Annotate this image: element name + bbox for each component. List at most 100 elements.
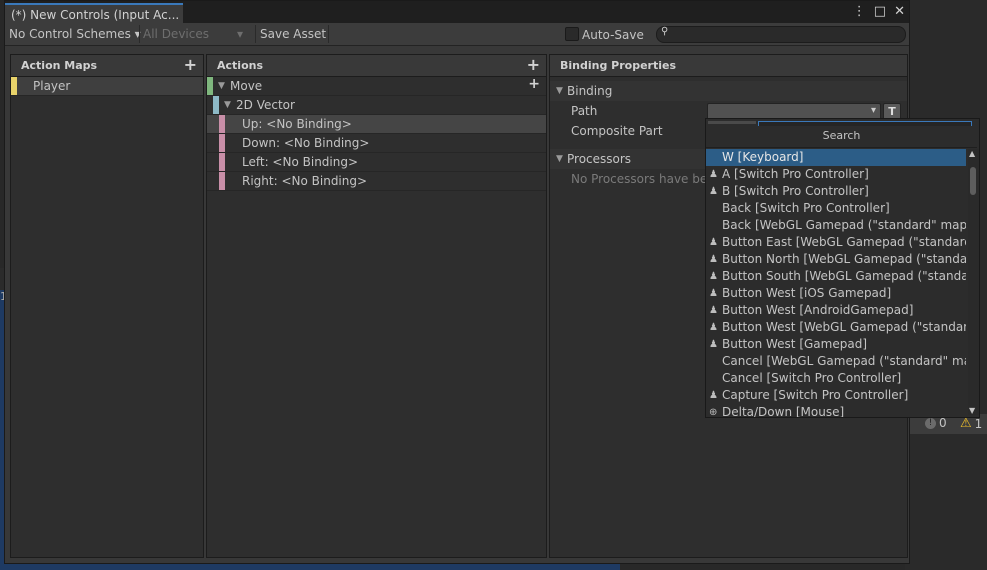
composite-label: 2D Vector: [236, 98, 295, 112]
action-item-move[interactable]: ▼ Move +: [207, 75, 546, 96]
composite-item-2d-vector[interactable]: ▼ 2D Vector: [207, 96, 546, 115]
scrollbar-thumb[interactable]: [970, 167, 976, 195]
processors-section-label: Processors: [567, 152, 632, 166]
window-toolbar: No Control Schemes ▾ All Devices ▾ Save …: [5, 23, 909, 46]
picker-scrollbar[interactable]: ▲ ▼: [968, 149, 979, 415]
window-menu-icon[interactable]: ⋮: [853, 4, 866, 19]
picker-item-label: Cancel [WebGL Gamepad ("standard" mapp: [722, 354, 966, 368]
picker-item[interactable]: Cancel [Switch Pro Controller]: [706, 370, 966, 387]
window-titlebar: (*) New Controls (Input Ac... ⋮ □ ✕: [5, 1, 909, 23]
close-icon[interactable]: ✕: [894, 4, 905, 19]
search-icon: ⚲: [661, 26, 669, 37]
error-icon: !: [925, 417, 936, 429]
binding-color-stripe: [219, 153, 225, 171]
picker-item-label: A [Switch Pro Controller]: [722, 167, 869, 181]
save-asset-button[interactable]: Save Asset: [260, 23, 326, 45]
binding-item-down[interactable]: Down: <No Binding>: [207, 134, 546, 153]
picker-item-label: Button West [AndroidGamepad]: [722, 303, 914, 317]
auto-save-checkbox[interactable]: [565, 27, 579, 41]
picker-tab-back[interactable]: [708, 121, 756, 124]
binding-section-foldout[interactable]: ▼ Binding: [550, 81, 907, 101]
action-map-color-stripe: [11, 77, 17, 95]
picker-item[interactable]: ♟ Button West [iOS Gamepad]: [706, 285, 966, 302]
chevron-down-icon: ▾: [237, 27, 244, 41]
scroll-up-icon[interactable]: ▲: [969, 149, 975, 158]
picker-item-label: W [Keyboard]: [722, 150, 804, 164]
window-tab[interactable]: (*) New Controls (Input Ac...: [5, 3, 183, 23]
binding-color-stripe: [219, 134, 225, 152]
error-count-badge[interactable]: ! 0: [925, 416, 947, 430]
picker-item-label: Button West [Gamepad]: [722, 337, 868, 351]
scroll-down-icon[interactable]: ▼: [969, 406, 975, 415]
picker-item-label: Capture [Switch Pro Controller]: [722, 388, 909, 402]
picker-item[interactable]: ♟ Button South [WebGL Gamepad ("standard": [706, 268, 966, 285]
picker-item[interactable]: ♟ Button West [WebGL Gamepad ("standard" …: [706, 319, 966, 336]
picker-item-label: B [Switch Pro Controller]: [722, 184, 869, 198]
actions-header: Actions +: [207, 55, 546, 77]
picker-item[interactable]: ♟ Capture [Switch Pro Controller]: [706, 387, 966, 404]
binding-item-right[interactable]: Right: <No Binding>: [207, 172, 546, 191]
picker-item[interactable]: ♟ Button North [WebGL Gamepad ("standard": [706, 251, 966, 268]
expand-triangle-icon[interactable]: ▼: [218, 77, 225, 95]
no-processors-label: No Processors have bee: [571, 172, 715, 186]
gamepad-icon: ♟: [709, 339, 718, 350]
binding-color-stripe: [219, 115, 225, 133]
expand-triangle-icon: ▼: [556, 86, 563, 96]
picker-item[interactable]: Back [Switch Pro Controller]: [706, 200, 966, 217]
picker-item[interactable]: ♟ Button West [Gamepad]: [706, 336, 966, 353]
picker-item[interactable]: ♟ Button East [WebGL Gamepad ("standard" …: [706, 234, 966, 251]
picker-item[interactable]: ♟ Button West [AndroidGamepad]: [706, 302, 966, 319]
add-action-button[interactable]: +: [527, 54, 540, 75]
binding-properties-header: Binding Properties: [550, 55, 907, 77]
warning-count-badge[interactable]: ⚠ 1: [960, 416, 982, 431]
picker-item-label: Cancel [Switch Pro Controller]: [722, 371, 902, 385]
toolbar-divider: [139, 25, 140, 43]
gamepad-icon: ♟: [709, 254, 718, 265]
add-action-map-button[interactable]: +: [184, 54, 197, 75]
picker-item-label: Back [Switch Pro Controller]: [722, 201, 890, 215]
devices-label: All Devices: [143, 27, 209, 41]
expand-triangle-icon[interactable]: ▼: [224, 96, 231, 114]
composite-color-stripe: [213, 96, 219, 114]
expand-triangle-icon: ▼: [556, 154, 563, 164]
actions-pane: Actions + ▼ Move + ▼ 2D Vector Up: <No B…: [206, 54, 547, 558]
action-maps-pane: Action Maps + Player: [10, 54, 204, 558]
picker-item-label: Button East [WebGL Gamepad ("standard" m: [722, 235, 966, 249]
gamepad-icon: ♟: [709, 237, 718, 248]
toolbar-divider: [328, 25, 329, 43]
action-maps-header: Action Maps +: [11, 55, 203, 77]
picker-item[interactable]: ⊕ Delta/Down [Mouse]: [706, 404, 966, 417]
binding-section-label: Binding: [567, 84, 613, 98]
path-label: Path: [571, 104, 598, 118]
gamepad-icon: ♟: [709, 305, 718, 316]
picker-item[interactable]: Cancel [WebGL Gamepad ("standard" mapp: [706, 353, 966, 370]
gamepad-icon: ♟: [709, 271, 718, 282]
gamepad-icon: ♟: [709, 288, 718, 299]
picker-item[interactable]: ♟ A [Switch Pro Controller]: [706, 166, 966, 183]
binding-item-up[interactable]: Up: <No Binding>: [207, 115, 546, 134]
gamepad-icon: ♟: [709, 169, 718, 180]
devices-dropdown[interactable]: All Devices ▾: [143, 23, 243, 45]
gamepad-icon: ♟: [709, 322, 718, 333]
picker-item-label: Button West [WebGL Gamepad ("standard" r: [722, 320, 966, 334]
auto-save-label: Auto-Save: [582, 28, 644, 42]
picker-item-label: Button North [WebGL Gamepad ("standard": [722, 252, 966, 266]
search-input[interactable]: ⚲: [656, 26, 906, 43]
picker-item[interactable]: Back [WebGL Gamepad ("standard" mappin: [706, 217, 966, 234]
picker-title: Search: [706, 125, 977, 148]
gamepad-icon: ♟: [709, 390, 718, 401]
picker-item-label: Back [WebGL Gamepad ("standard" mappin: [722, 218, 966, 232]
picker-item[interactable]: W [Keyboard]: [706, 149, 966, 166]
add-binding-button[interactable]: +: [528, 75, 540, 93]
binding-color-stripe: [219, 172, 225, 190]
maximize-icon[interactable]: □: [874, 4, 886, 19]
action-map-item-player[interactable]: Player: [11, 77, 203, 96]
action-map-label: Player: [33, 79, 71, 93]
binding-label: Down: <No Binding>: [242, 136, 370, 150]
control-schemes-dropdown[interactable]: No Control Schemes ▾: [9, 23, 141, 45]
binding-item-left[interactable]: Left: <No Binding>: [207, 153, 546, 172]
control-path-picker: Search W [Keyboard] ♟ A [Switch Pro Contro…: [705, 118, 980, 418]
composite-part-label: Composite Part: [571, 124, 663, 138]
binding-label: Right: <No Binding>: [242, 174, 368, 188]
picker-item[interactable]: ♟ B [Switch Pro Controller]: [706, 183, 966, 200]
